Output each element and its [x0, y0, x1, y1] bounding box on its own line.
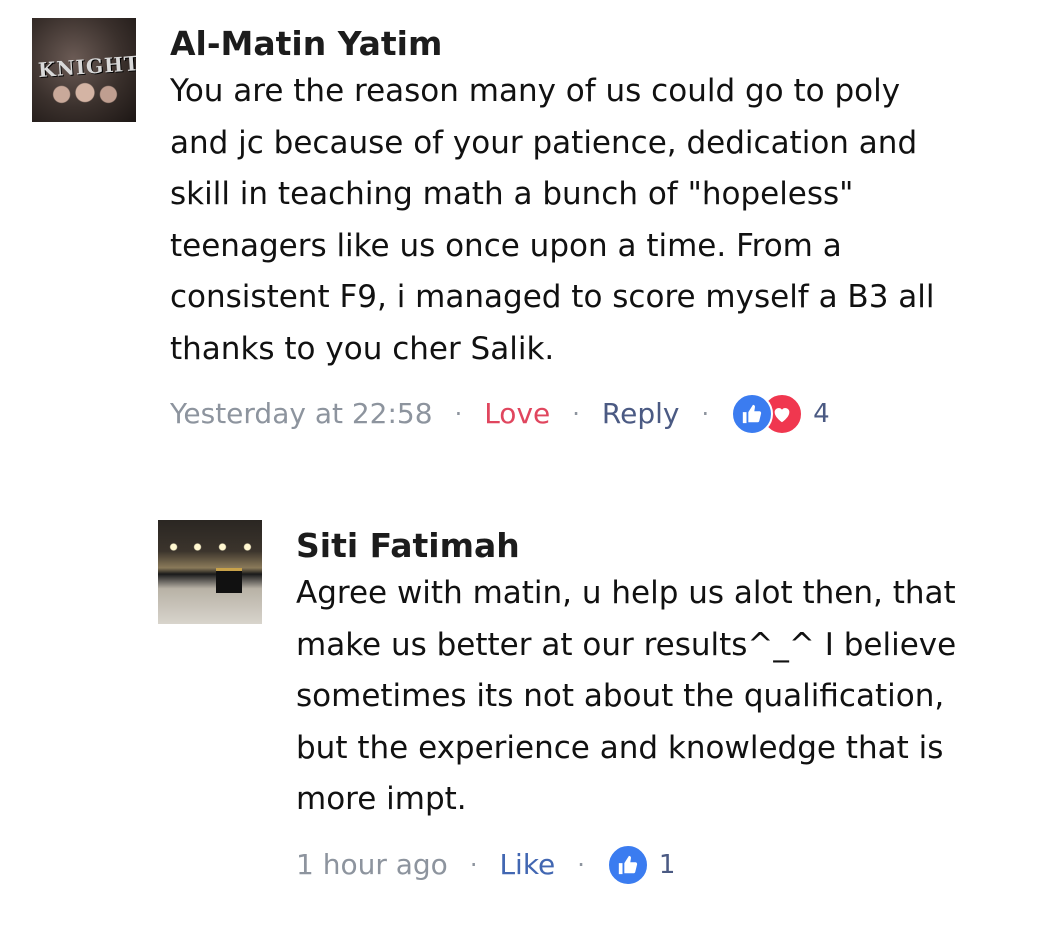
avatar-logo-text: KNIGHTS: [37, 49, 136, 83]
reply-link[interactable]: Reply: [602, 394, 680, 434]
separator-dot: ·: [577, 850, 585, 879]
like-icon: [606, 843, 649, 886]
comment-author[interactable]: Al-Matin Yatim: [170, 24, 1040, 64]
reaction-count: 1: [658, 849, 676, 880]
comment-body: Siti Fatimah Agree with matin, u help us…: [296, 526, 1041, 886]
reaction-summary[interactable]: 1: [606, 843, 676, 886]
separator-dot: ·: [454, 400, 463, 428]
reaction-count: 4: [813, 399, 830, 429]
separator-dot: ·: [701, 400, 710, 428]
comment-timestamp[interactable]: Yesterday at 22:58: [170, 394, 433, 434]
like-icon: [731, 393, 774, 435]
separator-dot: ·: [469, 850, 478, 879]
reaction-summary[interactable]: 4: [731, 393, 830, 435]
love-reaction-link[interactable]: Love: [484, 394, 550, 434]
comment-author[interactable]: Siti Fatimah: [296, 526, 1041, 566]
comment-actions: 1 hour ago · Like · 1: [296, 843, 1041, 886]
avatar-figures: [46, 80, 124, 116]
avatar-lights: [158, 538, 262, 556]
comment-body: Al-Matin Yatim You are the reason many o…: [170, 24, 1040, 435]
avatar[interactable]: [158, 520, 262, 624]
comment-timestamp[interactable]: 1 hour ago: [296, 845, 448, 885]
comment-actions: Yesterday at 22:58 · Love · Reply · 4: [170, 393, 1040, 435]
separator-dot: ·: [572, 400, 580, 428]
avatar[interactable]: KNIGHTS: [32, 18, 136, 122]
comment-text: Agree with matin, u help us alot then, t…: [296, 575, 957, 817]
comment-text: You are the reason many of us could go t…: [170, 73, 935, 367]
avatar-kaaba: [216, 568, 242, 593]
like-reaction-link[interactable]: Like: [499, 845, 555, 885]
